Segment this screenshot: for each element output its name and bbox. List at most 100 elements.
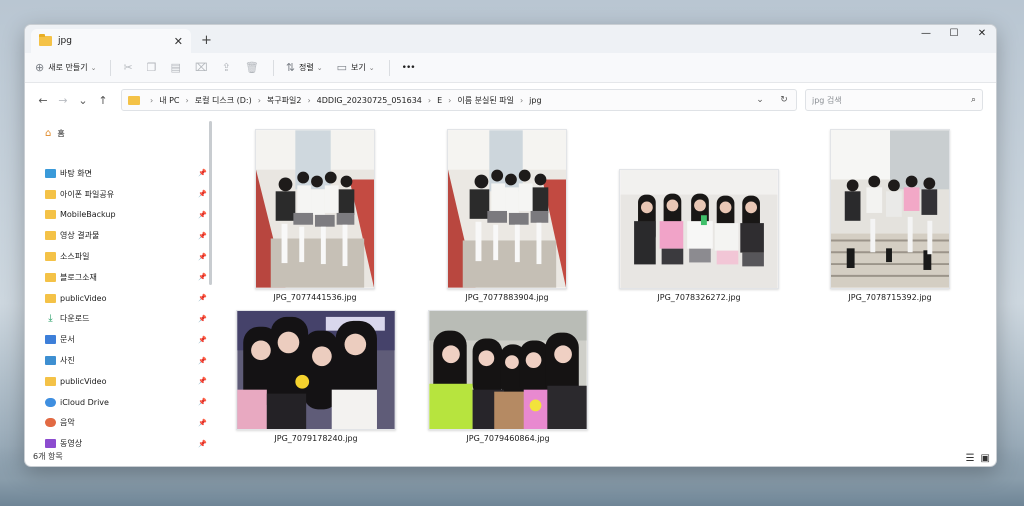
pin-icon[interactable]: 📌 xyxy=(198,357,207,365)
pin-icon[interactable]: 📌 xyxy=(198,294,207,302)
view-toggle: ☰ ▣ xyxy=(966,453,990,464)
breadcrumb-this-pc[interactable]: 내 PC xyxy=(159,95,179,106)
breadcrumb-separator: › xyxy=(185,95,189,105)
sidebar-item[interactable]: iCloud Drive 📌 xyxy=(25,392,215,413)
sidebar-item-label: 홈 xyxy=(57,128,65,138)
maximize-button[interactable]: ☐ xyxy=(940,25,968,45)
recent-chevron-icon[interactable]: ⌄ xyxy=(73,94,93,107)
file-item[interactable]: JPG_7079178240.jpg xyxy=(236,310,396,443)
forward-arrow-icon[interactable]: → xyxy=(53,94,73,107)
new-tab-button[interactable]: + xyxy=(201,33,212,48)
history-chevron-icon[interactable]: ⌄ xyxy=(748,95,772,105)
pin-icon[interactable]: 📌 xyxy=(198,169,207,177)
delete-button[interactable]: 🗑 xyxy=(245,61,259,74)
up-arrow-icon[interactable]: ↑ xyxy=(93,94,113,107)
navigation-pane: ⌂ 홈 바탕 화면 📌 아이폰 파일공유 📌 MobileBackup 📌 영상 결과물 📌 소… xyxy=(25,117,215,466)
music-icon xyxy=(45,418,56,428)
quick-access-list: 바탕 화면 📌 아이폰 파일공유 📌 MobileBackup 📌 영상 결과물 📌 소스파일 📌… xyxy=(25,163,215,454)
trash-icon: 🗑 xyxy=(244,61,259,74)
pin-icon[interactable]: 📌 xyxy=(198,398,207,406)
pin-icon[interactable]: 📌 xyxy=(198,419,207,427)
breadcrumb-recovery[interactable]: 복구파일2 xyxy=(267,95,302,106)
file-item[interactable]: JPG_7078326272.jpg xyxy=(619,169,779,302)
sidebar-item[interactable]: 블로그소재 📌 xyxy=(25,267,215,288)
sidebar-scrollbar[interactable] xyxy=(209,121,212,285)
paste-button[interactable]: ▤ xyxy=(171,61,181,74)
pin-icon[interactable]: 📌 xyxy=(198,440,207,448)
close-tab-icon[interactable]: ✕ xyxy=(174,35,183,48)
back-arrow-icon[interactable]: ← xyxy=(33,94,53,107)
sidebar-item-label: MobileBackup xyxy=(60,210,116,220)
sidebar-item-label: 영상 결과물 xyxy=(60,231,100,241)
minimize-button[interactable]: — xyxy=(912,25,940,45)
search-input[interactable] xyxy=(812,95,971,105)
cut-button[interactable]: ✂ xyxy=(123,61,132,74)
search-box[interactable]: ⌕ xyxy=(805,89,983,111)
sidebar-item[interactable]: publicVideo 📌 xyxy=(25,371,215,392)
sidebar-item[interactable]: 사진 📌 xyxy=(25,350,215,371)
breadcrumb-jpg[interactable]: jpg xyxy=(529,96,541,105)
sort-button[interactable]: ⇅ 정렬 ⌄ xyxy=(286,61,323,74)
file-grid: JPG_7077441536.jpg JPG_7077883904.jpg JP… xyxy=(215,117,996,448)
pin-icon[interactable]: 📌 xyxy=(198,253,207,261)
pin-icon[interactable]: 📌 xyxy=(198,190,207,198)
breadcrumb-separator: › xyxy=(150,95,154,105)
view-button[interactable]: ▭ 보기 ⌄ xyxy=(337,61,375,74)
sidebar-item-home[interactable]: ⌂ 홈 xyxy=(25,123,215,143)
more-options-button[interactable]: ••• xyxy=(401,62,416,73)
more-icon: ••• xyxy=(401,62,416,73)
pin-icon[interactable]: 📌 xyxy=(198,232,207,240)
sidebar-item[interactable]: 음악 📌 xyxy=(25,413,215,434)
breadcrumb-local-disk[interactable]: 로컬 디스크 (D:) xyxy=(195,95,252,106)
file-name: JPG_7078715392.jpg xyxy=(848,293,932,302)
pictures-icon xyxy=(45,356,56,366)
sidebar-item-label: 소스파일 xyxy=(60,252,90,262)
sidebar-item[interactable]: 바탕 화면 📌 xyxy=(25,163,215,184)
toolbar-divider xyxy=(272,59,274,76)
address-bar[interactable]: › 내 PC › 로컬 디스크 (D:) › 복구파일2 › 4DDIG_202… xyxy=(121,89,797,111)
file-item[interactable]: JPG_7079460864.jpg xyxy=(428,310,588,443)
sidebar-item-label: 음악 xyxy=(60,418,75,428)
sidebar-item[interactable]: 문서 📌 xyxy=(25,329,215,350)
sidebar-item[interactable]: publicVideo 📌 xyxy=(25,288,215,309)
new-button[interactable]: ⊕ 새로 만들기 ⌄ xyxy=(35,61,96,74)
sidebar-item[interactable]: 소스파일 📌 xyxy=(25,246,215,267)
breadcrumb-separator: › xyxy=(257,95,261,105)
sidebar-item-label: 아이폰 파일공유 xyxy=(60,189,115,199)
rename-icon: ⌧ xyxy=(194,61,208,74)
pin-icon[interactable]: 📌 xyxy=(198,377,207,385)
pin-icon[interactable]: 📌 xyxy=(198,336,207,344)
status-item-count: 6개 항목 xyxy=(33,452,63,461)
breadcrumb-e[interactable]: E xyxy=(437,96,442,105)
sidebar-item[interactable]: 영상 결과물 📌 xyxy=(25,225,215,246)
pin-icon[interactable]: 📌 xyxy=(198,273,207,281)
copy-button[interactable]: ❐ xyxy=(147,61,157,74)
copy-icon: ❐ xyxy=(146,61,157,74)
pin-icon[interactable]: 📌 xyxy=(198,315,207,323)
sidebar-item[interactable]: MobileBackup 📌 xyxy=(25,205,215,226)
file-item[interactable]: JPG_7077441536.jpg xyxy=(255,129,375,302)
breadcrumb-lost-files[interactable]: 이름 분실된 파일 xyxy=(457,95,514,106)
search-icon[interactable]: ⌕ xyxy=(971,95,976,105)
file-item[interactable]: JPG_7078715392.jpg xyxy=(830,129,950,302)
close-window-button[interactable]: ✕ xyxy=(968,25,996,45)
details-view-icon[interactable]: ☰ xyxy=(966,453,975,464)
sidebar-item-label: 사진 xyxy=(60,356,75,366)
sort-button-label: 정렬 xyxy=(299,63,314,72)
refresh-icon[interactable]: ↻ xyxy=(772,95,796,105)
tab-jpg[interactable]: jpg ✕ xyxy=(31,29,191,53)
thumbnail-view-icon[interactable]: ▣ xyxy=(981,453,990,464)
breadcrumb-4ddig[interactable]: 4DDIG_20230725_051634 xyxy=(317,96,422,105)
folder-icon xyxy=(128,95,140,105)
sidebar-item[interactable]: ⤓ 다운로드 📌 xyxy=(25,309,215,330)
sidebar-item[interactable]: 아이폰 파일공유 📌 xyxy=(25,184,215,205)
rename-button[interactable]: ⌧ xyxy=(195,61,208,74)
pin-icon[interactable]: 📌 xyxy=(198,211,207,219)
view-button-label: 보기 xyxy=(351,63,366,72)
share-button[interactable]: ⇪ xyxy=(222,61,231,74)
scissors-icon: ✂ xyxy=(123,61,133,74)
file-item[interactable]: JPG_7077883904.jpg xyxy=(447,129,567,302)
sidebar-item-label: publicVideo xyxy=(60,293,107,303)
chevron-down-icon: ⌄ xyxy=(316,63,323,72)
chevron-down-icon: ⌄ xyxy=(90,63,97,72)
